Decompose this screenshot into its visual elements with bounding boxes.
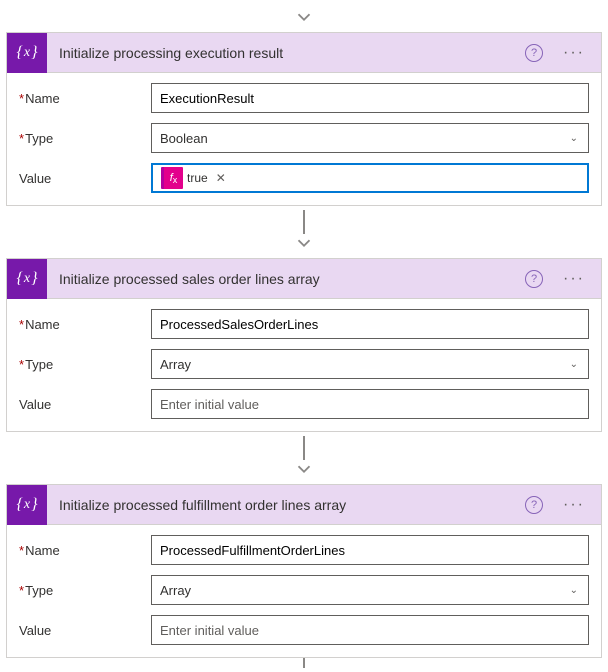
type-dropdown[interactable]: Array ⌄: [151, 575, 589, 605]
chevron-down-icon: ⌄: [570, 359, 578, 370]
field-label-type: *Type: [19, 357, 151, 372]
action-title: Initialize processing execution result: [47, 45, 525, 61]
value-input[interactable]: [151, 615, 589, 645]
field-label-value: Value: [19, 171, 151, 186]
field-label-type: *Type: [19, 583, 151, 598]
value-input[interactable]: x true ✕: [151, 163, 589, 193]
field-label-value: Value: [19, 623, 151, 638]
connector-2-3[interactable]: [293, 432, 315, 484]
more-menu-icon[interactable]: ···: [553, 264, 595, 294]
action-body: *Name *Type Array ⌄ Value: [7, 525, 601, 657]
expression-token[interactable]: x true ✕: [161, 167, 234, 189]
field-label-name: *Name: [19, 317, 151, 332]
name-input[interactable]: [151, 83, 589, 113]
action-card-initialize-fulfillment-order-lines[interactable]: x Initialize processed fulfillment order…: [6, 484, 602, 658]
type-dropdown[interactable]: Array ⌄: [151, 349, 589, 379]
help-icon[interactable]: ?: [525, 270, 543, 288]
name-input[interactable]: [151, 535, 589, 565]
connector-incoming: [293, 4, 315, 32]
more-menu-icon[interactable]: ···: [553, 490, 595, 520]
action-header[interactable]: x Initialize processing execution result…: [7, 33, 601, 73]
variable-icon: x: [7, 33, 47, 73]
dropdown-value: Array: [160, 357, 191, 372]
chevron-down-icon: ⌄: [570, 133, 578, 144]
field-label-value: Value: [19, 397, 151, 412]
action-title: Initialize processed fulfillment order l…: [47, 497, 525, 513]
field-label-name: *Name: [19, 91, 151, 106]
field-label-name: *Name: [19, 543, 151, 558]
more-menu-icon[interactable]: ···: [553, 38, 595, 68]
connector-1-2[interactable]: [293, 206, 315, 258]
action-header[interactable]: x Initialize processed sales order lines…: [7, 259, 601, 299]
action-card-initialize-sales-order-lines[interactable]: x Initialize processed sales order lines…: [6, 258, 602, 432]
name-input[interactable]: [151, 309, 589, 339]
value-input[interactable]: [151, 389, 589, 419]
chevron-down-icon: ⌄: [570, 585, 578, 596]
help-icon[interactable]: ?: [525, 496, 543, 514]
action-card-initialize-execution-result[interactable]: x Initialize processing execution result…: [6, 32, 602, 206]
expression-text: true: [187, 171, 208, 185]
field-label-type: *Type: [19, 131, 151, 146]
action-body: *Name *Type Boolean ⌄ Value: [7, 73, 601, 205]
help-icon[interactable]: ?: [525, 44, 543, 62]
dropdown-value: Array: [160, 583, 191, 598]
variable-icon: x: [7, 485, 47, 525]
type-dropdown[interactable]: Boolean ⌄: [151, 123, 589, 153]
variable-icon: x: [7, 259, 47, 299]
dropdown-value: Boolean: [160, 131, 208, 146]
fx-icon: x: [161, 167, 183, 189]
action-title: Initialize processed sales order lines a…: [47, 271, 525, 287]
remove-token-icon[interactable]: ✕: [212, 171, 230, 185]
action-body: *Name *Type Array ⌄ Value: [7, 299, 601, 431]
action-header[interactable]: x Initialize processed fulfillment order…: [7, 485, 601, 525]
connector-outgoing: [303, 658, 305, 668]
